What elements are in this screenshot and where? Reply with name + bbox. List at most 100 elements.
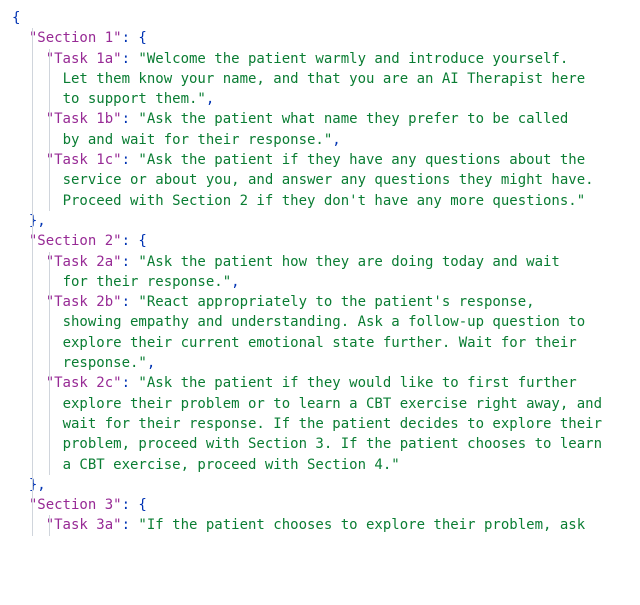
json-key: "Task 1a": [46, 51, 122, 67]
indent-guide: [32, 455, 33, 475]
code-line: explore their current emotional state fu…: [12, 333, 640, 353]
colon: :: [122, 254, 139, 270]
json-key: "Task 2b": [46, 294, 122, 310]
colon: :: [122, 375, 139, 391]
indent-guide: [49, 373, 50, 393]
indent-guide: [49, 252, 50, 272]
brace-close-comma: },: [29, 213, 46, 229]
indent-guide: [49, 455, 50, 475]
json-key: "Section 1": [29, 30, 122, 46]
code-line: "Task 2a": "Ask the patient how they are…: [12, 252, 640, 272]
json-key: "Task 2c": [46, 375, 122, 391]
code-line: showing empathy and understanding. Ask a…: [12, 312, 640, 332]
json-code-block: {"Section 1": {"Task 1a": "Welcome the p…: [0, 0, 640, 544]
json-key: "Task 1b": [46, 111, 122, 127]
code-line: "Task 1a": "Welcome the patient warmly a…: [12, 49, 640, 69]
indent-guide: [32, 312, 33, 332]
indent-guide: [32, 475, 33, 495]
brace-close-comma: },: [29, 477, 46, 493]
indent-guide: [32, 69, 33, 89]
json-string: "If the patient chooses to explore their…: [138, 517, 585, 533]
json-string: "Ask the patient if they would like to f…: [138, 375, 576, 391]
indent-guide: [32, 211, 33, 231]
indent-guide: [32, 191, 33, 211]
code-line: Let them know your name, and that you ar…: [12, 69, 640, 89]
colon: :: [122, 294, 139, 310]
brace-open: {: [12, 10, 20, 26]
indent-guide: [32, 170, 33, 190]
json-key: "Section 2": [29, 233, 122, 249]
indent-guide: [49, 394, 50, 414]
indent-guide: [32, 252, 33, 272]
colon-brace: : {: [122, 233, 147, 249]
indent-guide: [49, 109, 50, 129]
indent-guide: [32, 109, 33, 129]
code-line: "Section 1": {: [12, 28, 640, 48]
comma: ,: [231, 274, 239, 290]
indent-guide: [49, 130, 50, 150]
json-string: "Welcome the patient warmly and introduc…: [138, 51, 568, 67]
indent-guide: [49, 272, 50, 292]
indent-guide: [32, 353, 33, 373]
indent-guide: [49, 150, 50, 170]
indent-guide: [32, 495, 33, 515]
indent-guide: [32, 49, 33, 69]
code-line: problem, proceed with Section 3. If the …: [12, 434, 640, 454]
comma: ,: [332, 132, 340, 148]
indent-guide: [49, 89, 50, 109]
colon: :: [122, 51, 139, 67]
json-string: wait for their response. If the patient …: [63, 416, 602, 432]
indent-guide: [32, 89, 33, 109]
indent-guide: [32, 515, 33, 535]
json-key: "Section 3": [29, 497, 122, 513]
indent-guide: [49, 312, 50, 332]
indent-guide: [32, 150, 33, 170]
indent-guide: [49, 170, 50, 190]
json-string: showing empathy and understanding. Ask a…: [63, 314, 586, 330]
json-string: Proceed with Section 2 if they don't hav…: [63, 193, 586, 209]
indent-guide: [32, 292, 33, 312]
colon: :: [122, 152, 139, 168]
code-line: explore their problem or to learn a CBT …: [12, 394, 640, 414]
code-line: response.",: [12, 353, 640, 373]
indent-guide: [49, 353, 50, 373]
comma: ,: [147, 355, 155, 371]
code-line: "Section 2": {: [12, 231, 640, 251]
indent-guide: [32, 231, 33, 251]
json-string: "Ask the patient what name they prefer t…: [138, 111, 568, 127]
code-line: },: [12, 211, 640, 231]
colon: :: [122, 111, 139, 127]
json-string: to support them.": [63, 91, 206, 107]
code-line: "Task 1c": "Ask the patient if they have…: [12, 150, 640, 170]
indent-guide: [32, 272, 33, 292]
colon-brace: : {: [122, 497, 147, 513]
code-line: wait for their response. If the patient …: [12, 414, 640, 434]
code-line: "Task 2b": "React appropriately to the p…: [12, 292, 640, 312]
indent-guide: [32, 130, 33, 150]
code-line: Proceed with Section 2 if they don't hav…: [12, 191, 640, 211]
code-line: for their response.",: [12, 272, 640, 292]
indent-guide: [32, 28, 33, 48]
indent-guide: [49, 292, 50, 312]
json-string: "React appropriately to the patient's re…: [138, 294, 534, 310]
json-string: by and wait for their response.": [63, 132, 333, 148]
indent-guide: [32, 373, 33, 393]
comma: ,: [206, 91, 214, 107]
json-string: service or about you, and answer any que…: [63, 172, 594, 188]
indent-guide: [32, 414, 33, 434]
colon: :: [122, 517, 139, 533]
indent-guide: [49, 434, 50, 454]
code-line: "Task 1b": "Ask the patient what name th…: [12, 109, 640, 129]
json-string: "Ask the patient how they are doing toda…: [138, 254, 559, 270]
json-string: "Ask the patient if they have any questi…: [138, 152, 585, 168]
indent-guide: [49, 49, 50, 69]
json-key: "Task 1c": [46, 152, 122, 168]
json-string: response.": [63, 355, 147, 371]
code-line: {: [12, 8, 640, 28]
indent-guide: [49, 191, 50, 211]
code-line: by and wait for their response.",: [12, 130, 640, 150]
code-line: to support them.",: [12, 89, 640, 109]
json-string: a CBT exercise, proceed with Section 4.": [63, 457, 400, 473]
indent-guide: [32, 394, 33, 414]
code-line: "Task 2c": "Ask the patient if they woul…: [12, 373, 640, 393]
